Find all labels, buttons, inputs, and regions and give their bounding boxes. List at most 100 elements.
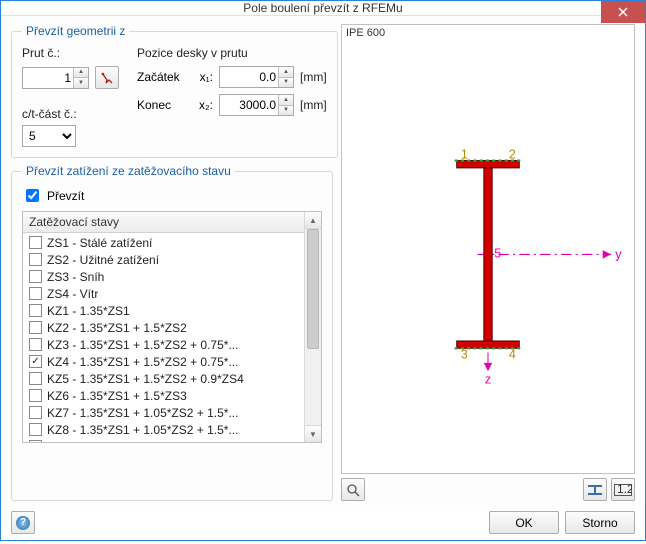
svg-text:3: 3 xyxy=(461,348,468,362)
list-item-checkbox[interactable] xyxy=(29,270,42,283)
list-item-label: KZ8 - 1.35*ZS1 + 1.05*ZS2 + 1.5*... xyxy=(47,423,238,437)
ct-label: c/t-část č.: xyxy=(22,107,119,121)
list-item[interactable]: KZ1 - 1.35*ZS1 xyxy=(23,302,304,319)
list-item[interactable]: KZ3 - 1.35*ZS1 + 1.5*ZS2 + 0.75*... xyxy=(23,336,304,353)
take-load-row[interactable]: Převzít xyxy=(22,186,322,205)
list-item-checkbox[interactable] xyxy=(29,304,42,317)
list-item-label: ZS1 - Stálé zatížení xyxy=(47,236,152,250)
list-item-label: ZS4 - Vítr xyxy=(47,287,98,301)
section-preview-svg: y z 1 2 3 xyxy=(342,25,634,473)
dialog-body: Převzít geometrii z Prut č.: ▲▼ xyxy=(1,16,645,505)
svg-text:y: y xyxy=(615,248,622,262)
svg-text:1: 1 xyxy=(461,147,468,161)
list-item-checkbox[interactable] xyxy=(29,338,42,351)
start-input[interactable] xyxy=(220,67,278,87)
list-item-checkbox[interactable] xyxy=(29,406,42,419)
zoom-tool-button[interactable] xyxy=(341,478,365,501)
ok-button[interactable]: OK xyxy=(489,511,559,534)
start-spinner[interactable]: ▲▼ xyxy=(278,67,293,87)
section-view-button[interactable] xyxy=(583,478,607,501)
scroll-up-arrow[interactable]: ▲ xyxy=(305,212,321,229)
close-button[interactable] xyxy=(601,1,645,23)
list-item[interactable]: KZ6 - 1.35*ZS1 + 1.5*ZS3 xyxy=(23,387,304,404)
scroll-down-arrow[interactable]: ▼ xyxy=(305,425,321,442)
list-items: ZS1 - Stálé zatížení ZS2 - Užitné zatížen… xyxy=(23,233,304,442)
pick-member-button[interactable] xyxy=(95,66,119,89)
start-input-wrap: ▲▼ xyxy=(219,66,294,88)
geometry-legend: Převzít geometrii z xyxy=(22,24,129,38)
end-input[interactable] xyxy=(220,95,278,115)
end-spinner[interactable]: ▲▼ xyxy=(278,95,293,115)
values-view-button[interactable]: 1.23 xyxy=(611,478,635,501)
end-input-wrap: ▲▼ xyxy=(219,94,294,116)
member-input-wrap: ▲▼ xyxy=(22,67,89,89)
right-panel: IPE 600 y z xyxy=(341,24,635,501)
pos-label: Pozice desky v prutu xyxy=(137,46,327,60)
load-listbox: Zatěžovací stavy ZS1 - Stálé zatížení ZS2… xyxy=(22,211,322,443)
list-item-label: KZ6 - 1.35*ZS1 + 1.5*ZS3 xyxy=(47,389,187,403)
load-legend: Převzít zatížení ze zatěžovacího stavu xyxy=(22,164,235,178)
list-item-label: KZ1 - 1.35*ZS1 xyxy=(47,304,130,318)
take-load-checkbox[interactable] xyxy=(26,189,39,202)
list-item-checkbox[interactable] xyxy=(29,287,42,300)
list-item[interactable]: KZ5 - 1.35*ZS1 + 1.5*ZS2 + 0.9*ZS4 xyxy=(23,370,304,387)
scroll-track[interactable] xyxy=(305,229,321,425)
member-label: Prut č.: xyxy=(22,46,119,60)
scroll-thumb[interactable] xyxy=(307,229,319,349)
list-item[interactable]: ✓ KZ4 - 1.35*ZS1 + 1.5*ZS2 + 0.75*... xyxy=(23,353,304,370)
list-item-label: KZ4 - 1.35*ZS1 + 1.5*ZS2 + 0.75*... xyxy=(47,355,238,369)
footer: ? OK Storno xyxy=(1,505,645,544)
list-item-label: KZ7 - 1.35*ZS1 + 1.05*ZS2 + 1.5*... xyxy=(47,406,238,420)
list-item-checkbox[interactable] xyxy=(29,423,42,436)
end-label: Konec xyxy=(137,98,185,112)
help-button[interactable]: ? xyxy=(11,511,35,534)
ct-select[interactable]: 5 xyxy=(22,125,76,147)
list-item-label: ZS3 - Sníh xyxy=(47,270,104,284)
preview-toolbar: 1.23 xyxy=(341,478,635,501)
member-spinner[interactable]: ▲▼ xyxy=(73,68,88,88)
titlebar: Pole boulení převzít z RFEMu xyxy=(1,1,645,16)
svg-text:2: 2 xyxy=(509,147,516,161)
list-item-label: KZ5 - 1.35*ZS1 + 1.5*ZS2 + 0.9*ZS4 xyxy=(47,372,244,386)
cancel-button[interactable]: Storno xyxy=(565,511,635,534)
list-item[interactable]: ZS1 - Stálé zatížení xyxy=(23,234,304,251)
list-item-label: KZ9 - 1.35*ZS1 + 1.5*ZS3 + 0.9*ZS4 xyxy=(47,440,244,443)
list-item[interactable]: KZ7 - 1.35*ZS1 + 1.05*ZS2 + 1.5*... xyxy=(23,404,304,421)
list-item[interactable]: ZS4 - Vítr xyxy=(23,285,304,302)
preview-frame[interactable]: IPE 600 y z xyxy=(341,24,635,474)
list-item-checkbox[interactable] xyxy=(29,372,42,385)
start-unit: [mm] xyxy=(300,70,327,84)
left-panel: Převzít geometrii z Prut č.: ▲▼ xyxy=(11,24,333,501)
svg-text:1.23: 1.23 xyxy=(617,484,632,496)
list-item-checkbox[interactable]: ✓ xyxy=(29,355,42,368)
list-item[interactable]: KZ2 - 1.35*ZS1 + 1.5*ZS2 xyxy=(23,319,304,336)
end-x-label: x₂: xyxy=(191,98,213,112)
take-load-label: Převzít xyxy=(47,189,84,203)
svg-text:4: 4 xyxy=(509,348,516,362)
geometry-group: Převzít geometrii z Prut č.: ▲▼ xyxy=(11,24,338,158)
list-scrollbar[interactable]: ▲ ▼ xyxy=(304,212,321,442)
list-item[interactable]: KZ9 - 1.35*ZS1 + 1.5*ZS3 + 0.9*ZS4 xyxy=(23,438,304,442)
list-item[interactable]: ZS3 - Sníh xyxy=(23,268,304,285)
start-label: Začátek xyxy=(137,70,185,84)
svg-text:z: z xyxy=(485,373,491,387)
list-item-checkbox[interactable] xyxy=(29,440,42,442)
list-item-checkbox[interactable] xyxy=(29,321,42,334)
window-title: Pole boulení převzít z RFEMu xyxy=(243,1,402,15)
end-unit: [mm] xyxy=(300,98,327,112)
preview-profile-label: IPE 600 xyxy=(346,27,385,39)
member-input[interactable] xyxy=(23,68,73,88)
list-item[interactable]: KZ8 - 1.35*ZS1 + 1.05*ZS2 + 1.5*... xyxy=(23,421,304,438)
list-item-checkbox[interactable] xyxy=(29,389,42,402)
list-item-label: ZS2 - Užitné zatížení xyxy=(47,253,159,267)
list-item-checkbox[interactable] xyxy=(29,236,42,249)
list-item-checkbox[interactable] xyxy=(29,253,42,266)
start-x-label: x₁: xyxy=(191,70,213,84)
svg-text:5: 5 xyxy=(494,247,501,261)
list-item[interactable]: ZS2 - Užitné zatížení xyxy=(23,251,304,268)
list-item-label: KZ3 - 1.35*ZS1 + 1.5*ZS2 + 0.75*... xyxy=(47,338,238,352)
dialog-window: Pole boulení převzít z RFEMu Převzít geo… xyxy=(0,0,646,541)
list-item-label: KZ2 - 1.35*ZS1 + 1.5*ZS2 xyxy=(47,321,187,335)
list-header[interactable]: Zatěžovací stavy xyxy=(23,212,304,233)
load-group: Převzít zatížení ze zatěžovacího stavu P… xyxy=(11,164,333,501)
